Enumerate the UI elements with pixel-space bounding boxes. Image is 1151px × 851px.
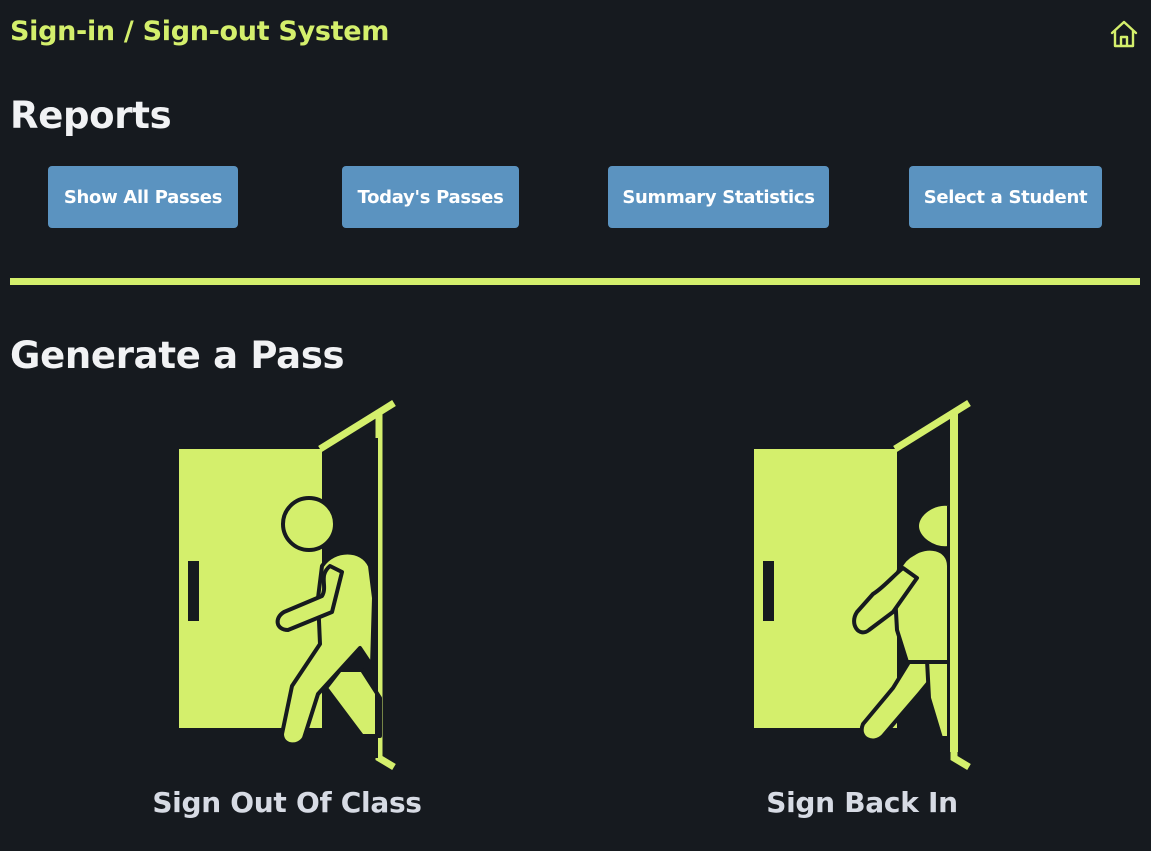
reports-heading: Reports — [10, 94, 172, 137]
generate-pass-heading: Generate a Pass — [10, 334, 345, 377]
sign-in-label: Sign Back In — [766, 786, 958, 819]
home-icon — [1110, 20, 1138, 48]
app-title: Sign-in / Sign-out System — [10, 16, 390, 47]
show-all-passes-button[interactable]: Show All Passes — [48, 166, 238, 228]
sign-in-option[interactable]: Sign Back In — [697, 398, 1027, 838]
sign-out-label: Sign Out Of Class — [152, 786, 422, 819]
person-entering-door-icon — [754, 400, 971, 771]
select-student-button[interactable]: Select a Student — [909, 166, 1102, 228]
todays-passes-button[interactable]: Today's Passes — [342, 166, 519, 228]
sign-out-option[interactable]: Sign Out Of Class — [122, 398, 452, 838]
person-exiting-door-icon — [179, 400, 396, 771]
home-button[interactable] — [1108, 18, 1140, 50]
summary-statistics-button[interactable]: Summary Statistics — [608, 166, 829, 228]
section-divider — [10, 278, 1140, 285]
